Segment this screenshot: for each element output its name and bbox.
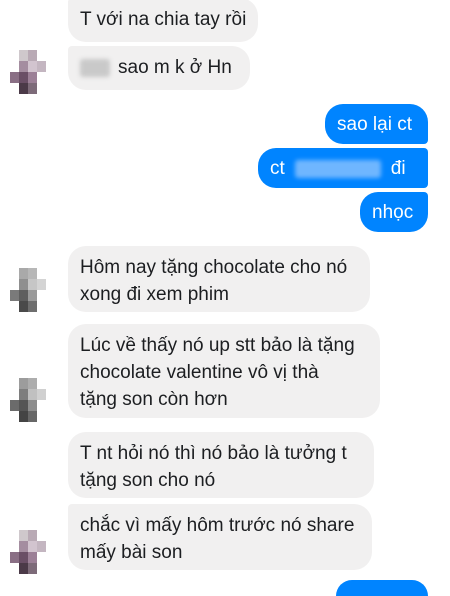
message-line: mấy bài son	[80, 542, 183, 563]
message-line: chocolate valentine vô vị thà	[80, 362, 319, 383]
message-text: đi	[390, 158, 406, 179]
redacted-name	[294, 159, 381, 178]
message-text: ct	[270, 158, 285, 179]
sender-avatar[interactable]	[10, 50, 46, 94]
message-line: T nt hỏi nó thì nó bảo là tưởng t	[80, 443, 347, 464]
message-text: sao lại ct	[337, 114, 412, 135]
message-text: T với na chia tay rồi	[80, 9, 247, 30]
message-text: sao m k ở Hn	[118, 57, 232, 78]
incoming-message: chắc vì mấy hôm trước nó share mấy bài s…	[68, 504, 372, 570]
outgoing-message: ct đi	[258, 148, 428, 188]
incoming-message: T với na chia tay rồi	[68, 0, 258, 42]
incoming-message: Hôm nay tặng chocolate cho nó xong đi xe…	[68, 246, 370, 312]
redacted-name	[80, 58, 110, 77]
message-line: Lúc về thấy nó up stt bảo là tặng	[80, 335, 355, 356]
incoming-message: Lúc về thấy nó up stt bảo là tặng chocol…	[68, 324, 380, 418]
incoming-message: T nt hỏi nó thì nó bảo là tưởng t tặng s…	[68, 432, 374, 498]
message-line: tặng son cho nó	[80, 470, 216, 491]
outgoing-message-partial	[336, 580, 428, 596]
message-line: tặng son còn hơn	[80, 389, 228, 410]
sender-avatar[interactable]	[10, 378, 46, 422]
message-line: Hôm nay tặng chocolate cho nó	[80, 257, 348, 278]
message-line: chắc vì mấy hôm trước nó share	[80, 515, 355, 536]
message-line: xong đi xem phim	[80, 284, 229, 305]
message-text: nhọc	[372, 202, 414, 223]
sender-avatar[interactable]	[10, 530, 46, 574]
outgoing-message: nhọc	[360, 192, 428, 232]
sender-avatar[interactable]	[10, 268, 46, 312]
outgoing-message: sao lại ct	[325, 104, 428, 144]
incoming-message: sao m k ở Hn	[68, 46, 250, 90]
